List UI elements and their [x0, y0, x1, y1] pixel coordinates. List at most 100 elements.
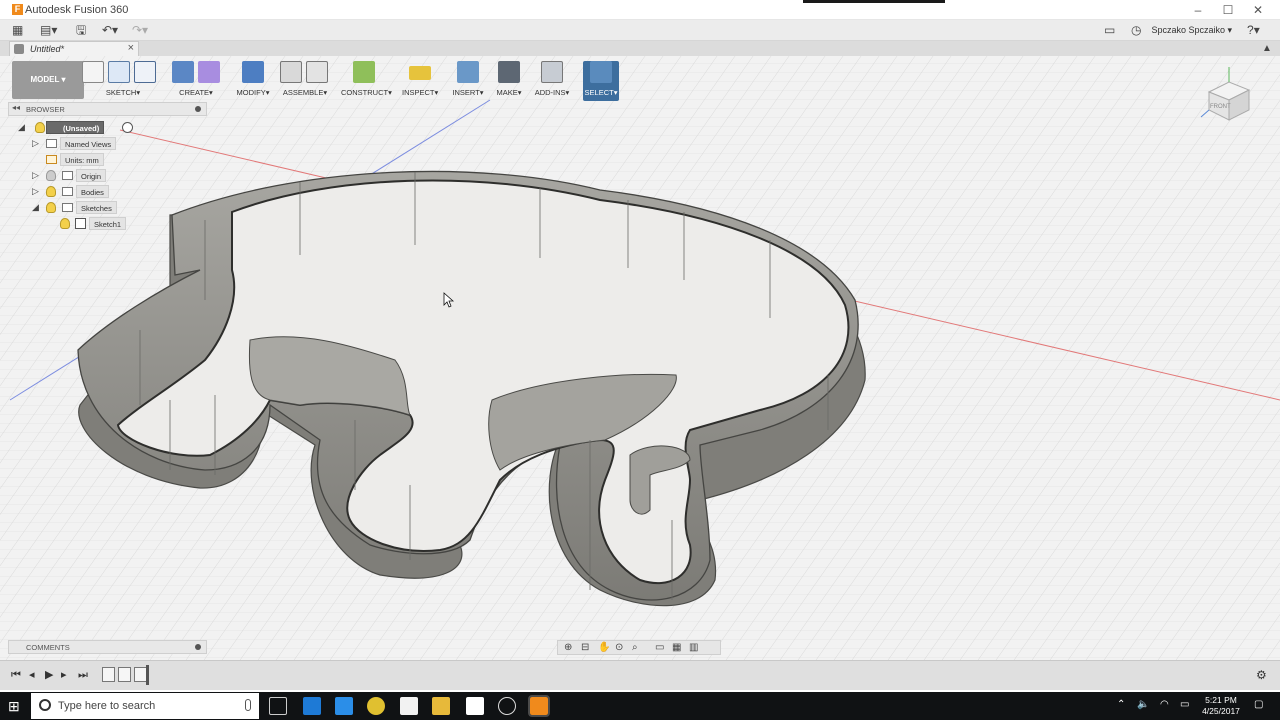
insert-image-icon[interactable] [457, 61, 479, 83]
sketch-group[interactable]: SKETCH▾ [82, 61, 164, 101]
timeline-last-icon[interactable]: ⏭ [78, 669, 88, 681]
offset-plane-icon[interactable] [353, 61, 375, 83]
fusion-taskbar-icon[interactable] [528, 695, 550, 717]
comments-pin-icon[interactable] [195, 644, 201, 650]
pan-hand-icon[interactable]: ✋ [598, 642, 611, 653]
make-menu-label[interactable]: MAKE▾ [494, 88, 524, 97]
timeline-first-icon[interactable]: ⏮ [11, 669, 21, 681]
taskbar-clock[interactable]: 5:21 PM 4/25/2017 [1197, 695, 1245, 717]
assemble-group[interactable]: ASSEMBLE▾ [280, 61, 330, 101]
assemble-menu-label[interactable]: ASSEMBLE▾ [280, 88, 330, 97]
insert-menu-label[interactable]: INSERT▾ [452, 88, 484, 97]
visibility-bulb-icon[interactable] [46, 186, 56, 197]
viewports-icon[interactable]: ▥ [689, 642, 702, 653]
redo-icon[interactable]: ↷▾ [132, 23, 148, 38]
save-icon[interactable]: 🖫 [76, 23, 86, 38]
keyboard-icon[interactable]: ▭ [1180, 699, 1189, 710]
close-tab-icon[interactable]: × [128, 42, 134, 54]
inspect-menu-label[interactable]: INSPECT▾ [402, 88, 438, 97]
create-group[interactable]: CREATE▾ [172, 61, 220, 101]
file-explorer-icon[interactable] [432, 697, 450, 715]
workspace-switcher-button[interactable]: MODEL ▾ [12, 61, 84, 99]
undo-icon[interactable]: ↶▾ [102, 23, 118, 38]
scripts-icon[interactable] [541, 61, 563, 83]
maximize-button[interactable]: ☐ [1213, 2, 1243, 18]
add-ins-menu-label[interactable]: ADD-INS▾ [534, 88, 570, 97]
help-icon[interactable]: ?▾ [1247, 23, 1260, 38]
viewcube[interactable]: FRONT [1199, 62, 1259, 124]
edge-browser-icon[interactable] [303, 697, 321, 715]
display-settings-icon[interactable]: ▭ [655, 642, 668, 653]
tree-node-named-views[interactable]: ▷ Named Views [32, 137, 132, 150]
document-tab[interactable]: Untitled* × [9, 41, 139, 56]
close-window-button[interactable]: ✕ [1243, 2, 1273, 18]
notifications-icon[interactable]: ▢ [1254, 699, 1263, 710]
timeline-settings-gear-icon[interactable]: ⚙ [1256, 669, 1267, 681]
units-label[interactable]: Units: mm [60, 153, 104, 166]
modify-menu-label[interactable]: MODIFY▾ [234, 88, 272, 97]
select-arrow-icon[interactable] [590, 61, 612, 83]
task-view-icon[interactable] [269, 697, 287, 715]
timeline-next-icon[interactable]: ▸ [61, 669, 67, 681]
browser-pin-icon[interactable] [195, 106, 201, 112]
user-account-menu[interactable]: Spczako Spczaiko ▾ [1151, 25, 1232, 36]
fit-zoom-icon[interactable]: ⌕ [632, 642, 645, 653]
zoom-icon[interactable]: ⊙ [615, 642, 628, 653]
collapse-browser-icon[interactable]: ◂◂ [12, 103, 20, 112]
visibility-bulb-icon[interactable] [46, 202, 56, 213]
line-icon[interactable] [108, 61, 130, 83]
chrome-icon[interactable] [367, 697, 385, 715]
origin-label[interactable]: Origin [76, 169, 107, 182]
activate-component-icon[interactable] [122, 122, 133, 133]
expand-named-views-icon[interactable]: ▷ [32, 138, 39, 149]
store-icon[interactable] [400, 697, 418, 715]
minimize-button[interactable]: – [1183, 2, 1213, 18]
sketch-menu-label[interactable]: SKETCH▾ [82, 88, 164, 97]
grid-settings-icon[interactable]: ▦ [672, 642, 685, 653]
taskbar-search-box[interactable]: Type here to search [31, 693, 259, 719]
volume-icon[interactable]: 🔈 [1137, 699, 1149, 710]
model-canvas[interactable] [0, 56, 1280, 660]
tree-node-sketches[interactable]: ◢ Sketches [32, 201, 122, 214]
select-menu-label[interactable]: SELECT▾ [583, 88, 619, 97]
app-icon[interactable] [498, 697, 516, 715]
expand-origin-icon[interactable]: ▷ [32, 170, 39, 181]
orbit-icon[interactable]: ⊕ [564, 642, 577, 653]
browser-panel-header[interactable]: ◂◂ BROWSER [8, 102, 207, 116]
3d-print-icon[interactable] [498, 61, 520, 83]
form-icon[interactable] [198, 61, 220, 83]
visibility-bulb-icon[interactable] [46, 170, 56, 181]
make-group[interactable]: MAKE▾ [494, 61, 524, 101]
timeline-play-icon[interactable]: ▶ [45, 669, 53, 681]
expand-root-icon[interactable]: ◢ [18, 122, 25, 133]
visibility-bulb-icon[interactable] [35, 122, 45, 133]
press-pull-icon[interactable] [242, 61, 264, 83]
visibility-bulb-icon[interactable] [60, 218, 70, 229]
named-views-label[interactable]: Named Views [60, 137, 117, 150]
tree-node-units[interactable]: Units: mm [46, 153, 126, 166]
timeline-previous-icon[interactable]: ◂ [29, 669, 35, 681]
extrude-icon[interactable] [172, 61, 194, 83]
measure-icon[interactable] [409, 66, 431, 80]
tree-node-root[interactable]: ◢ (Unsaved) [18, 121, 138, 134]
collapse-toolbar-icon[interactable]: ▲ [1262, 41, 1272, 56]
timeline-sketch-feature-icon[interactable] [102, 667, 115, 682]
tree-node-bodies[interactable]: ▷ Bodies [32, 185, 112, 198]
expand-bodies-icon[interactable]: ▷ [32, 186, 39, 197]
construct-group[interactable]: CONSTRUCT▾ [341, 61, 392, 101]
modify-group[interactable]: MODIFY▾ [234, 61, 272, 101]
create-sketch-icon[interactable] [82, 61, 104, 83]
data-panel-grid-icon[interactable]: ▦ [12, 23, 23, 38]
internet-explorer-icon[interactable] [335, 697, 353, 715]
tree-node-sketch1[interactable]: Sketch1 [58, 217, 128, 230]
clock-icon[interactable]: ◷ [1131, 23, 1141, 38]
microphone-icon[interactable] [245, 699, 251, 711]
sketches-label[interactable]: Sketches [76, 201, 117, 214]
joint-icon[interactable] [306, 61, 328, 83]
timeline-extrude-feature-icon[interactable] [118, 667, 131, 682]
wifi-icon[interactable]: ◠ [1160, 699, 1169, 710]
tray-overflow-icon[interactable]: ⌃ [1117, 699, 1125, 710]
root-component-label[interactable]: (Unsaved) [46, 121, 105, 134]
inspect-group[interactable]: INSPECT▾ [402, 61, 438, 101]
add-ins-group[interactable]: ADD-INS▾ [534, 61, 570, 101]
